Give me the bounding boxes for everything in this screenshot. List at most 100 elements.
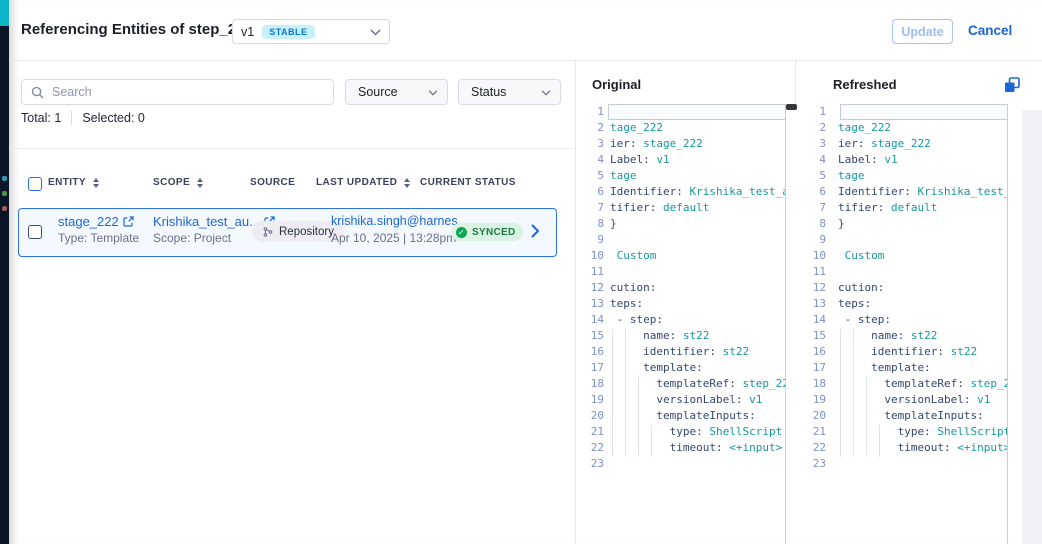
line-number: 12 — [806, 280, 826, 296]
sort-icon[interactable] — [93, 178, 99, 188]
line-number: 9 — [806, 232, 826, 248]
toolbar-divider — [9, 148, 575, 149]
code-line: 2tage_222 — [806, 120, 1007, 136]
source-filter-dropdown[interactable]: Source — [345, 79, 448, 105]
status-badge: ✓ SYNCED — [451, 223, 523, 241]
search-box — [21, 79, 334, 105]
code-line: 12cution: — [806, 280, 1007, 296]
code-line: 19 versionLabel: v1 — [806, 392, 1007, 408]
chevron-down-icon — [541, 85, 551, 99]
code-line: 7tifier: default — [580, 200, 785, 216]
sort-icon[interactable] — [197, 178, 203, 188]
indent-guide — [612, 329, 613, 457]
code-line: 22 timeout: <+input> — [806, 440, 1007, 456]
repository-icon — [262, 226, 274, 238]
line-number: 1 — [580, 104, 604, 120]
pane-divider — [575, 60, 576, 544]
chevron-down-icon — [370, 23, 381, 41]
code-line: 16 identifier: st22 — [806, 344, 1007, 360]
refreshed-panel-title: Refreshed — [833, 77, 897, 92]
line-number: 20 — [806, 408, 826, 424]
cancel-button[interactable]: Cancel — [968, 23, 1012, 38]
code-line: 3ier: stage_222 — [806, 136, 1007, 152]
result-counts: Total: 1 Selected: 0 — [21, 111, 145, 125]
line-number: 11 — [806, 264, 826, 280]
status-filter-dropdown[interactable]: Status — [458, 79, 561, 105]
code-line: 23 — [580, 456, 785, 472]
indent-guide — [651, 425, 652, 457]
line-number: 10 — [806, 248, 826, 264]
line-number: 23 — [580, 456, 604, 472]
code-line: 3ier: stage_222 — [580, 136, 785, 152]
update-button[interactable]: Update — [892, 19, 953, 44]
line-number: 6 — [806, 184, 826, 200]
code-line: 17 template: — [580, 360, 785, 376]
line-number: 14 — [580, 312, 604, 328]
updated-at: Apr 10, 2025 | 13:28pm — [331, 231, 456, 245]
header-divider — [9, 60, 1042, 61]
app-left-edge — [0, 0, 9, 544]
column-header-current-status: CURRENT STATUS — [420, 177, 516, 188]
total-count: Total: 1 — [21, 111, 61, 125]
code-line: 14 - step: — [806, 312, 1007, 328]
line-number: 15 — [580, 328, 604, 344]
indent-guide — [866, 377, 867, 457]
chevron-down-icon — [428, 85, 438, 99]
line-number: 14 — [806, 312, 826, 328]
chevron-right-icon[interactable] — [531, 224, 540, 243]
select-all-checkbox[interactable] — [28, 177, 42, 191]
code-line: 8} — [580, 216, 785, 232]
column-header-scope[interactable]: SCOPE — [153, 177, 203, 188]
line-number: 19 — [806, 392, 826, 408]
sort-icon[interactable] — [404, 178, 410, 188]
original-code-panel[interactable]: 12tage_2223ier: stage_2224Label: v15tage… — [580, 104, 786, 544]
code-line: 18 templateRef: step_222 — [806, 376, 1007, 392]
line-number: 1 — [806, 104, 826, 120]
code-line: 17 template: — [806, 360, 1007, 376]
indent-guide — [853, 329, 854, 457]
column-header-last-updated[interactable]: LAST UPDATED — [316, 177, 410, 188]
entity-name-link[interactable]: stage_222 — [58, 214, 134, 229]
line-number: 21 — [580, 424, 604, 440]
line-number: 9 — [580, 232, 604, 248]
line-number: 16 — [806, 344, 826, 360]
indent-guide — [840, 329, 841, 457]
code-line: 15 name: st22 — [806, 328, 1007, 344]
code-line: 20 templateInputs: — [580, 408, 785, 424]
column-header-entity[interactable]: ENTITY — [48, 177, 99, 188]
source-filter-label: Source — [358, 85, 398, 99]
brand-corner — [0, 0, 9, 26]
code-line: 5tage — [806, 168, 1007, 184]
line-number: 13 — [580, 296, 604, 312]
version-selector[interactable]: v1 STABLE — [232, 19, 390, 44]
line-number: 2 — [806, 120, 826, 136]
scope-sub: Scope: Project — [153, 231, 231, 245]
line-number: 16 — [580, 344, 604, 360]
updated-by-link[interactable]: krishika.singh@harnes... — [331, 214, 468, 228]
scrollbar-thumb[interactable] — [786, 104, 797, 110]
diff-sash — [795, 60, 796, 104]
code-line: 5tage — [580, 168, 785, 184]
line-number: 13 — [806, 296, 826, 312]
code-line: 9 — [806, 232, 1007, 248]
search-icon — [31, 86, 44, 99]
search-input[interactable] — [50, 84, 333, 100]
refreshed-code-panel[interactable]: 12tage_2223ier: stage_2224Label: v15tage… — [806, 104, 1008, 544]
code-line: 7tifier: default — [806, 200, 1007, 216]
collapsed-region-bar — [608, 104, 785, 120]
line-number: 12 — [580, 280, 604, 296]
copy-icon[interactable] — [1003, 76, 1021, 99]
line-number: 21 — [806, 424, 826, 440]
indent-guide — [638, 377, 639, 457]
scroll-gutter — [1022, 110, 1042, 544]
original-panel-title: Original — [592, 77, 641, 92]
code-line: 10 Custom — [580, 248, 785, 264]
code-line: 16 identifier: st22 — [580, 344, 785, 360]
external-link-icon — [123, 216, 134, 227]
code-line: 4Label: v1 — [806, 152, 1007, 168]
code-line: 14 - step: — [580, 312, 785, 328]
counts-divider — [71, 111, 72, 125]
code-line: 13teps: — [580, 296, 785, 312]
row-checkbox[interactable] — [28, 225, 42, 239]
line-number: 18 — [580, 376, 604, 392]
